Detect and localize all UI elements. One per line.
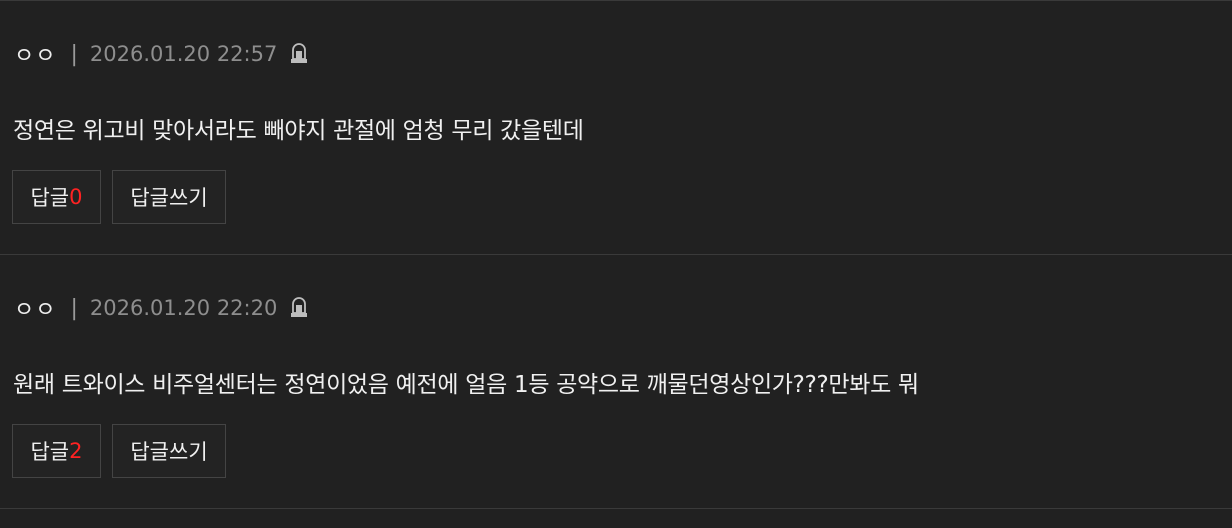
reply-label: 답글 — [30, 440, 70, 464]
comment-body: 정연은 위고비 맞아서라도 빼야지 관절에 엄청 무리 갔을텐데 — [13, 118, 584, 144]
siren-icon[interactable] — [289, 41, 309, 67]
comment-body: 원래 트와이스 비주얼센터는 정연이었음 예전에 얼음 1등 공약으로 깨물던영… — [13, 372, 919, 398]
comment-item: ㅇㅇ | 2026.01.20 22:57 정연은 위고비 맞아서라도 빼야지 … — [0, 1, 1232, 255]
meta-separator: | — [70, 41, 78, 67]
comment-actions: 답글 0 답글쓰기 — [12, 170, 226, 224]
siren-icon[interactable] — [289, 295, 309, 321]
comment-item: ㅇㅇ | 2026.01.20 22:20 원래 트와이스 비주얼센터는 정연이… — [0, 255, 1232, 509]
reply-label: 답글 — [30, 186, 70, 210]
reply-count: 2 — [69, 439, 83, 463]
comment-author[interactable]: ㅇㅇ — [14, 38, 56, 70]
comment-actions: 답글 2 답글쓰기 — [12, 424, 226, 478]
comment-meta: ㅇㅇ | 2026.01.20 22:20 — [14, 293, 309, 323]
comment-list: ㅇㅇ | 2026.01.20 22:57 정연은 위고비 맞아서라도 빼야지 … — [0, 0, 1232, 528]
write-reply-button[interactable]: 답글쓰기 — [112, 170, 226, 224]
comment-date: 2026.01.20 22:57 — [89, 42, 278, 66]
write-reply-button[interactable]: 답글쓰기 — [112, 424, 226, 478]
reply-count-button[interactable]: 답글 2 — [12, 424, 101, 478]
meta-separator: | — [70, 295, 78, 321]
comment-date: 2026.01.20 22:20 — [89, 296, 278, 320]
reply-count: 0 — [69, 185, 83, 209]
comment-author[interactable]: ㅇㅇ — [14, 292, 56, 324]
comment-meta: ㅇㅇ | 2026.01.20 22:57 — [14, 39, 309, 69]
reply-count-button[interactable]: 답글 0 — [12, 170, 101, 224]
